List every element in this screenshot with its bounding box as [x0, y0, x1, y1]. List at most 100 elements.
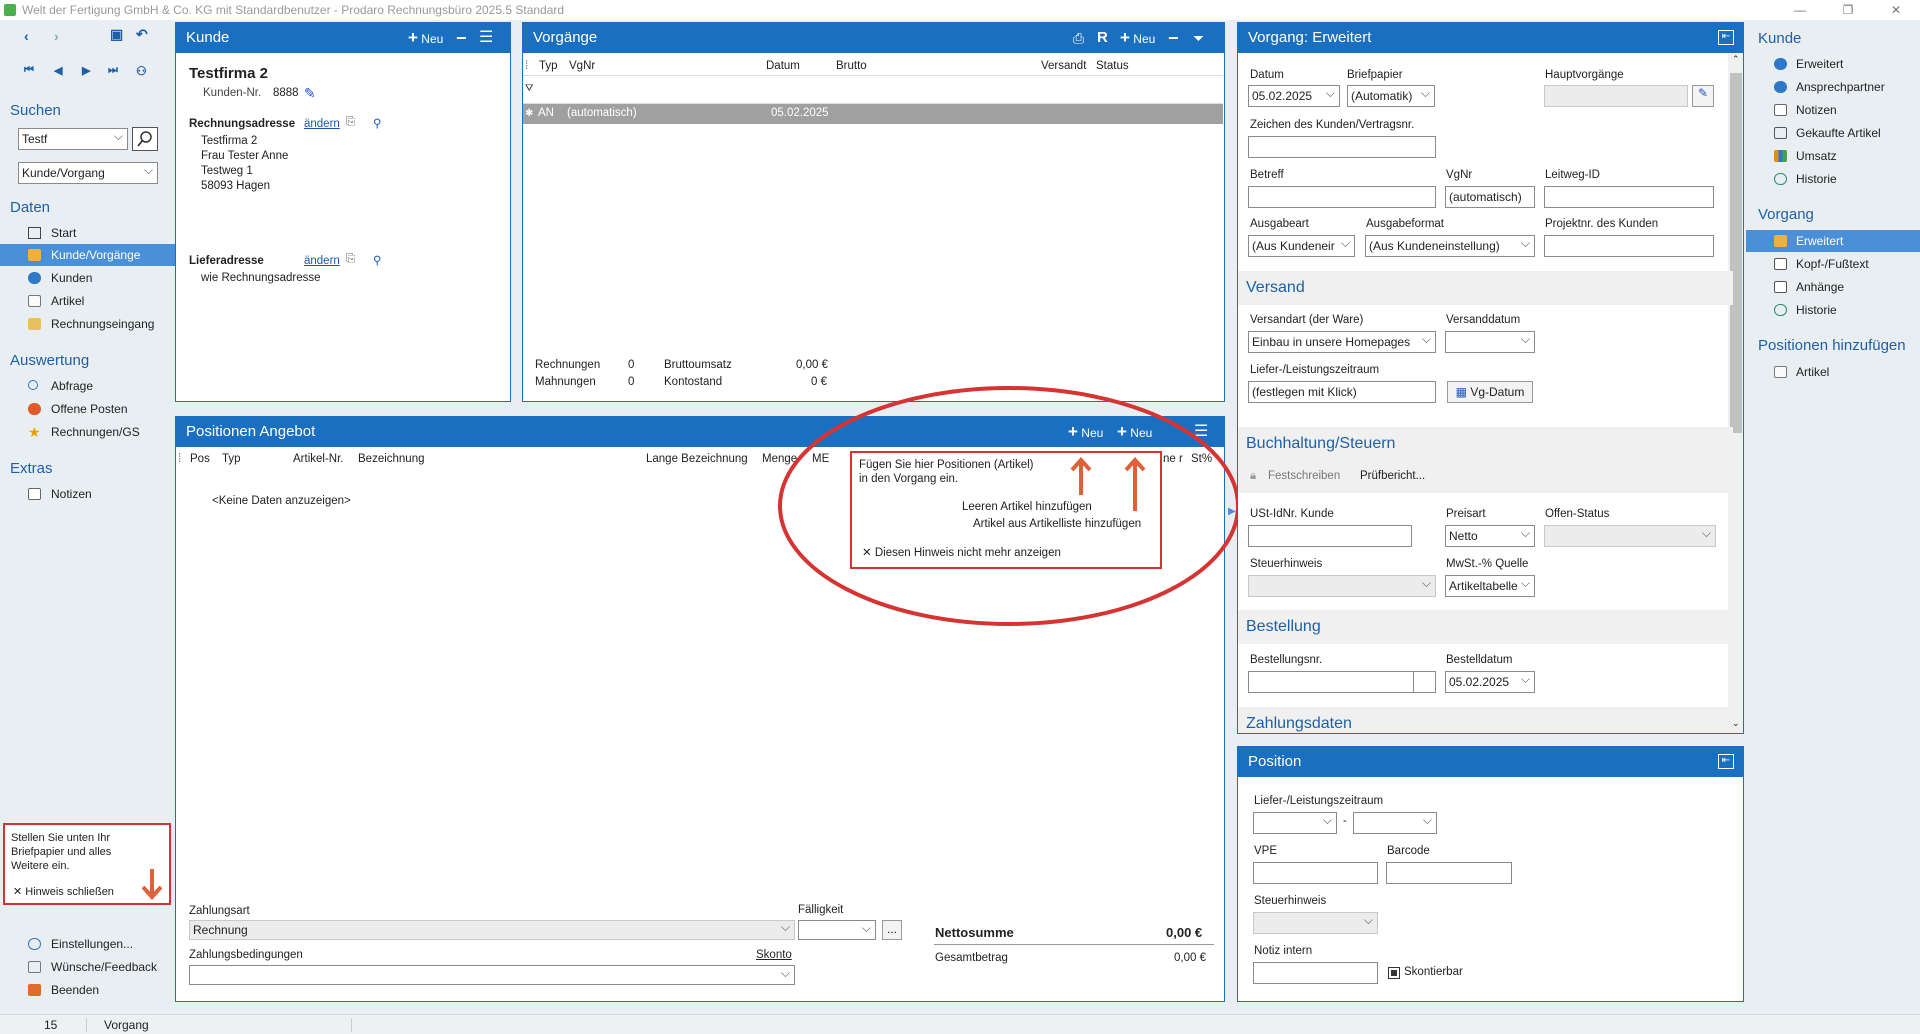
liefer-to-select[interactable]	[1353, 812, 1437, 834]
r-icon[interactable]: R	[1097, 23, 1108, 53]
sidebar-item-offene-posten[interactable]: Offene Posten	[0, 398, 175, 420]
change-billing-link[interactable]: ändern	[304, 118, 340, 130]
col-vgnr[interactable]: VgNr	[569, 60, 595, 72]
col-bezeichnung[interactable]: Bezeichnung	[358, 453, 425, 465]
col-datum[interactable]: Datum	[766, 60, 800, 72]
edit-pencil-icon[interactable]: ✎	[304, 85, 316, 102]
dock-toggle-icon[interactable]: ⇤	[1718, 30, 1734, 45]
filter-icon[interactable]: ⏷	[1193, 23, 1204, 53]
notiz-input[interactable]	[1253, 962, 1378, 984]
briefpapier-select[interactable]: (Automatik)	[1347, 85, 1435, 107]
sidebar-item-beenden[interactable]: Beenden	[0, 979, 175, 1001]
first-record-icon[interactable]: ⏮	[24, 64, 34, 77]
search-input[interactable]: Testf	[18, 128, 128, 150]
bestelldatum-input[interactable]: 05.02.2025	[1445, 671, 1535, 693]
zahlungsart-select[interactable]: Rechnung	[189, 920, 795, 940]
close-icon[interactable]: ✕	[1876, 0, 1916, 20]
faelligkeit-ellipsis-button[interactable]: ...	[882, 920, 902, 940]
rs-item-notizen[interactable]: Notizen	[1746, 99, 1920, 121]
next-record-icon[interactable]: ▶	[82, 64, 90, 77]
rs-item-artikel[interactable]: Artikel	[1746, 361, 1920, 383]
new-customer-button[interactable]: + Neu	[408, 23, 443, 54]
rs-item-anhaenge[interactable]: Anhänge	[1746, 276, 1920, 298]
rs-item-kunde-erweitert[interactable]: Erweitert	[1746, 53, 1920, 75]
datum-input[interactable]: 05.02.2025	[1248, 85, 1340, 107]
festschreiben-button[interactable]: Festschreiben	[1268, 470, 1340, 482]
hint-close-link[interactable]: ✕ Hinweis schließen	[13, 885, 114, 898]
rs-item-kopf-fusstext[interactable]: Kopf-/Fußtext	[1746, 253, 1920, 275]
scroll-up-icon[interactable]: ⌃	[1732, 54, 1740, 65]
rs-item-historie[interactable]: Historie	[1746, 168, 1920, 190]
preisart-select[interactable]: Netto	[1445, 525, 1535, 547]
map-pin-icon[interactable]: ⚲	[373, 116, 381, 130]
skontierbar-checkbox[interactable]	[1388, 967, 1400, 979]
betreff-input[interactable]	[1248, 186, 1436, 208]
expand-arrow-icon[interactable]: ▶	[1228, 506, 1236, 517]
new-vorgang-button[interactable]: + Neu	[1120, 23, 1155, 54]
bestellnr-input[interactable]	[1248, 671, 1436, 693]
ausgabeformat-select[interactable]: (Aus Kundeneinstellung)	[1365, 235, 1535, 257]
projektnr-input[interactable]	[1544, 235, 1714, 257]
liefer-from-select[interactable]	[1253, 812, 1337, 834]
mwst-select[interactable]: Artikeltabelle	[1445, 575, 1535, 597]
col-typ[interactable]: Typ	[539, 60, 558, 72]
versanddatum-input[interactable]	[1445, 331, 1535, 353]
last-record-icon[interactable]: ⏭	[108, 64, 118, 77]
rs-item-vorgang-erweitert[interactable]: Erweitert	[1746, 230, 1920, 252]
sidebar-item-feedback[interactable]: Wünsche/Feedback	[0, 956, 175, 978]
copy-icon[interactable]: ⎘	[346, 116, 355, 129]
back-icon[interactable]: ‹	[24, 28, 29, 44]
faelligkeit-select[interactable]	[798, 920, 876, 940]
barcode-input[interactable]	[1386, 862, 1512, 884]
save-icon[interactable]: ▣	[110, 26, 123, 43]
leitweg-input[interactable]	[1544, 186, 1714, 208]
rs-item-gekaufte-artikel[interactable]: Gekaufte Artikel	[1746, 122, 1920, 144]
vpe-input[interactable]	[1253, 862, 1378, 884]
sidebar-item-start[interactable]: Start	[0, 222, 175, 244]
minimize-icon[interactable]: —	[1780, 0, 1820, 20]
col-artikel-nr[interactable]: Artikel-Nr.	[293, 453, 343, 465]
rs-item-vorgang-historie[interactable]: Historie	[1746, 299, 1920, 321]
steuerhinweis-select[interactable]	[1253, 912, 1378, 934]
rs-item-ansprechpartner[interactable]: Ansprechpartner	[1746, 76, 1920, 98]
menu-icon[interactable]: ☰	[479, 23, 493, 53]
copy-icon[interactable]: ⎘	[346, 253, 355, 266]
sidebar-item-kunden[interactable]: Kunden	[0, 267, 175, 289]
sidebar-item-rechnungen-gs[interactable]: ★ Rechnungen/GS	[0, 421, 175, 443]
filter-row-icon[interactable]: ⛛	[525, 83, 533, 94]
steuerhinweis-select[interactable]	[1248, 575, 1436, 597]
map-pin-icon[interactable]: ⚲	[373, 253, 381, 267]
sidebar-item-einstellungen[interactable]: Einstellungen...	[0, 933, 175, 955]
edit-pencil-icon[interactable]: ✎	[1692, 85, 1714, 107]
scroll-down-icon[interactable]: ⌄	[1732, 718, 1740, 729]
sidebar-item-notizen[interactable]: Notizen	[0, 483, 175, 505]
rs-item-umsatz[interactable]: Umsatz	[1746, 145, 1920, 167]
col-status[interactable]: Status	[1096, 60, 1129, 72]
versandart-select[interactable]: Einbau in unsere Homepages	[1248, 331, 1436, 353]
sidebar-item-artikel[interactable]: Artikel	[0, 290, 175, 312]
forward-icon[interactable]: ›	[54, 28, 59, 44]
zeichen-input[interactable]	[1248, 136, 1436, 158]
vg-datum-button[interactable]: ▦ Vg-Datum	[1447, 381, 1533, 403]
table-row[interactable]: ✱ AN (automatisch) 05.02.2025	[523, 104, 1223, 124]
col-lange-bezeichnung[interactable]: Lange Bezeichnung	[646, 453, 748, 465]
sidebar-item-abfrage[interactable]: Abfrage	[0, 375, 175, 397]
restore-icon[interactable]: ❐	[1828, 0, 1868, 20]
dock-toggle-icon[interactable]: ⇤	[1718, 754, 1734, 769]
col-typ[interactable]: Typ	[222, 453, 241, 465]
sidebar-item-rechnungseingang[interactable]: Rechnungseingang	[0, 313, 175, 335]
remove-icon[interactable]: −	[1168, 23, 1179, 53]
ausgabeart-select[interactable]: (Aus Kundeneir	[1248, 235, 1355, 257]
col-versandt[interactable]: Versandt	[1041, 60, 1086, 72]
ustid-input[interactable]	[1248, 525, 1412, 547]
sidebar-item-kunde-vorgaenge[interactable]: Kunde/Vorgänge	[0, 244, 175, 266]
pruefbericht-button[interactable]: Prüfbericht...	[1360, 470, 1425, 482]
col-brutto[interactable]: Brutto	[836, 60, 867, 72]
liefer-input[interactable]: (festlegen mit Klick)	[1248, 381, 1436, 403]
remove-icon[interactable]: −	[456, 23, 467, 53]
zahlungsbedingungen-select[interactable]	[189, 965, 795, 985]
search-button[interactable]	[132, 127, 158, 151]
col-pos[interactable]: Pos	[190, 453, 210, 465]
user-search-icon[interactable]: ⚇	[136, 64, 147, 78]
print-icon[interactable]: ⎙	[1073, 23, 1084, 53]
